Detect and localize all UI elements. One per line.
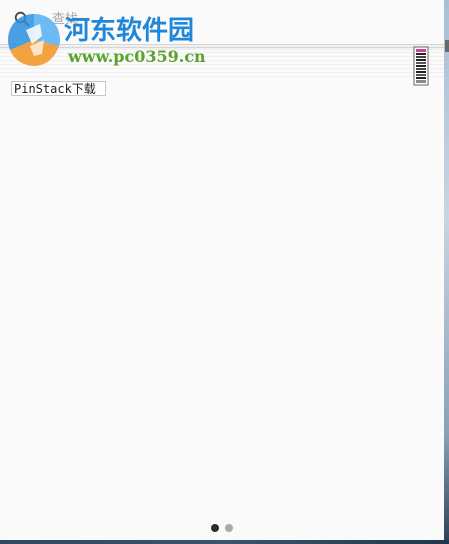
desktop-edge [444,0,449,544]
watermark-title: 河东软件园 [64,16,195,46]
launcher-window: 河东软件园 www.pc0359.cn PinStack下载 [0,0,444,540]
watermark-url: www.pc0359.cn [68,47,206,66]
app-tile-label: PinStack下载 [14,82,96,96]
page-indicator [0,524,444,534]
desktop-edge-mark [445,40,449,52]
page-dot-1[interactable] [211,524,219,532]
page-dot-2[interactable] [225,524,233,532]
app-tile-pinstack[interactable]: PinStack下载 [11,81,106,96]
app-widget-icon[interactable] [412,46,430,86]
taskbar-edge [0,540,449,544]
pc0359-logo-icon [4,10,64,68]
watermark: 河东软件园 www.pc0359.cn [4,10,214,70]
